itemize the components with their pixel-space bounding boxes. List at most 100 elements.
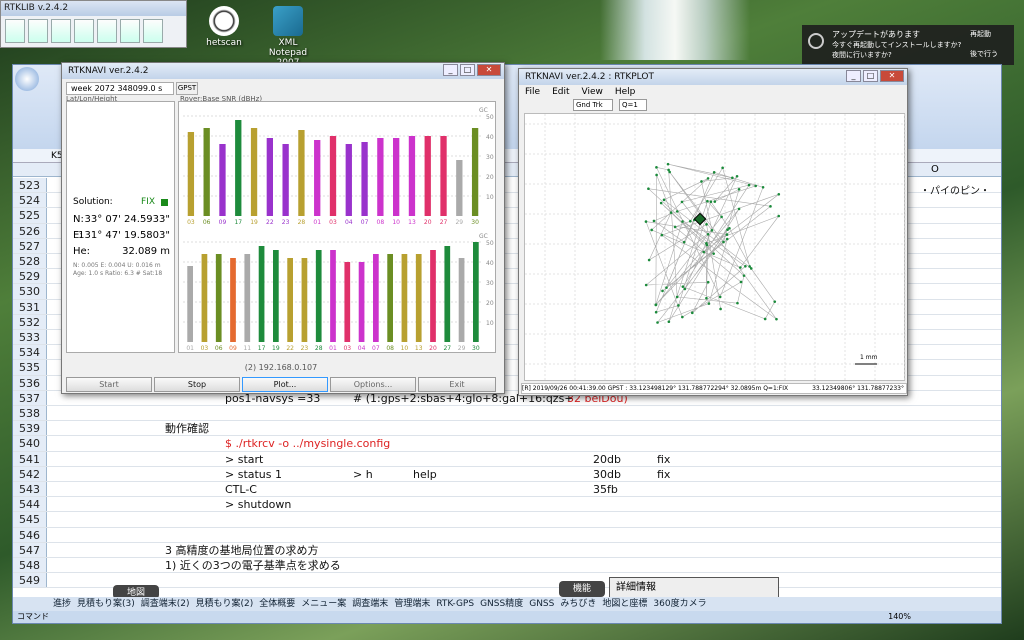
row-number[interactable]: 531 [13, 299, 47, 314]
function-button[interactable]: 機能 [559, 581, 605, 597]
sheet-tab[interactable]: 360度カメラ [653, 599, 706, 609]
cell-c1[interactable]: > start [225, 452, 263, 467]
minimize-icon[interactable]: _ [846, 70, 861, 82]
menu-edit[interactable]: Edit [552, 87, 569, 99]
row-number[interactable]: 537 [13, 390, 47, 405]
cell-d1[interactable]: 20db [593, 452, 621, 467]
menu-help[interactable]: Help [615, 87, 636, 99]
rtklib-app-icon[interactable] [97, 19, 117, 43]
sheet-tab[interactable]: 調査端末 [352, 599, 388, 609]
row-number[interactable]: 549 [13, 573, 47, 588]
rtklib-app-icon[interactable] [120, 19, 140, 43]
sheet-row[interactable]: 540 $ ./rtkrcv -o ../mysingle.config [13, 436, 1001, 452]
row-number[interactable]: 533 [13, 330, 47, 345]
row-number[interactable]: 536 [13, 375, 47, 390]
minimize-icon[interactable]: _ [443, 64, 458, 76]
exit-button[interactable]: Exit [418, 377, 496, 392]
row-number[interactable]: 541 [13, 451, 47, 466]
plot-type-select[interactable]: Gnd Trk [573, 99, 613, 111]
sheet-tab[interactable]: 見積もり案(3) [77, 599, 135, 609]
row-number[interactable]: 539 [13, 421, 47, 436]
sheet-row[interactable]: 549 [13, 573, 1001, 589]
rtklib-app-icon[interactable] [51, 19, 71, 43]
sheet-tab[interactable]: 見積もり案(2) [196, 599, 254, 609]
row-number[interactable]: 527 [13, 238, 47, 253]
sheet-row[interactable]: 547 3 高精度の基地局位置の求め方 [13, 542, 1001, 558]
rtknavi-titlebar[interactable]: RTKNAVI ver.2.4.2 _ □ ✕ [62, 63, 504, 79]
sheet-tab[interactable]: GNSS精度 [480, 599, 523, 609]
row-number[interactable]: 526 [13, 223, 47, 238]
rtklib-app-icon[interactable] [5, 19, 25, 43]
desktop-icon-hetscan[interactable]: hetscan [194, 6, 254, 48]
sheet-tab[interactable]: 調査端末(2) [141, 599, 190, 609]
ground-track-plot[interactable]: 1 mm [524, 113, 906, 382]
row-number[interactable]: 548 [13, 558, 47, 573]
close-icon[interactable]: ✕ [880, 70, 904, 82]
cell-d1[interactable]: 35fb [593, 482, 618, 497]
cell-d1[interactable]: 30db [593, 467, 621, 482]
later-button[interactable]: 後で行う [970, 49, 998, 59]
row-number[interactable]: 540 [13, 436, 47, 451]
rtklib-app-icon[interactable] [143, 19, 163, 43]
sheet-row[interactable]: 548 1) 近くの3つの電子基準点を求める [13, 558, 1001, 574]
stop-button[interactable]: Stop [154, 377, 240, 392]
rtklib-app-icon[interactable] [74, 19, 94, 43]
row-number[interactable]: 524 [13, 193, 47, 208]
cell-c0[interactable]: 1) 近くの3つの電子基準点を求める [165, 558, 341, 573]
sheet-row[interactable]: 543 CTL-C 35fb [13, 482, 1001, 498]
cell-c0[interactable]: 動作確認 [165, 421, 209, 436]
cell-c1[interactable]: CTL-C [225, 482, 257, 497]
cell-c0[interactable]: 3 高精度の基地局位置の求め方 [165, 543, 319, 558]
sheet-tab[interactable]: メニュー案 [301, 599, 346, 609]
row-number[interactable]: 523 [13, 178, 47, 193]
sheet-tab[interactable]: 管理端末 [394, 599, 430, 609]
cell-c1[interactable]: $ ./rtkrcv -o ../mysingle.config [225, 436, 390, 451]
sheet-row[interactable]: 538 [13, 406, 1001, 422]
row-number[interactable]: 530 [13, 284, 47, 299]
cell-d2[interactable]: fix [657, 467, 670, 482]
sheet-row[interactable]: 539 動作確認 [13, 421, 1001, 437]
row-number[interactable]: 545 [13, 512, 47, 527]
sheet-tab[interactable]: GNSS [529, 599, 554, 609]
row-number[interactable]: 544 [13, 497, 47, 512]
time-system-button[interactable]: GPST [176, 82, 198, 95]
start-button[interactable]: Start [66, 377, 152, 392]
options-button[interactable]: Options... [330, 377, 416, 392]
rtklib-app-icon[interactable] [28, 19, 48, 43]
row-number[interactable]: 535 [13, 360, 47, 375]
plot-button[interactable]: Plot... [242, 377, 328, 392]
office-button[interactable] [15, 67, 39, 91]
row-number[interactable]: 538 [13, 406, 47, 421]
cell-c1[interactable]: > shutdown [225, 497, 291, 512]
cell-d2[interactable]: fix [657, 452, 670, 467]
row-number[interactable]: 547 [13, 542, 47, 557]
row-number[interactable]: 546 [13, 527, 47, 542]
row-number[interactable]: 528 [13, 254, 47, 269]
sheet-tab[interactable]: 全体概要 [259, 599, 295, 609]
sheet-row[interactable]: 545 [13, 512, 1001, 528]
sheet-row[interactable]: 542 > status 1 > h help 30db fix [13, 466, 1001, 482]
row-number[interactable]: 542 [13, 466, 47, 481]
sheet-row[interactable]: 541 > start 20db fix [13, 451, 1001, 467]
sheet-tab[interactable]: RTK-GPS [436, 599, 474, 609]
sheet-tab[interactable]: 地図と座標 [602, 599, 647, 609]
restart-button[interactable]: 再起動 [970, 29, 991, 39]
row-number[interactable]: 525 [13, 208, 47, 223]
sheet-tab[interactable]: 進捗 [53, 599, 71, 609]
row-number[interactable]: 529 [13, 269, 47, 284]
menu-view[interactable]: View [582, 87, 603, 99]
sheet-row[interactable]: 544 > shutdown [13, 497, 1001, 513]
zoom-level[interactable]: 140% [888, 611, 911, 623]
row-number[interactable]: 532 [13, 314, 47, 329]
desktop-icon-xml-notepad[interactable]: XML Notepad 2007 [258, 6, 318, 68]
sheet-row[interactable]: 546 [13, 527, 1001, 543]
row-number[interactable]: 543 [13, 482, 47, 497]
cell-c2[interactable]: > h [353, 467, 373, 482]
cell-c1[interactable]: > status 1 [225, 467, 282, 482]
maximize-icon[interactable]: □ [863, 70, 878, 82]
cell-c3[interactable]: help [413, 467, 437, 482]
rtkplot-titlebar[interactable]: RTKNAVI ver.2.4.2 : RTKPLOT _ □ ✕ [519, 69, 907, 85]
sheet-tab[interactable]: みちびき [560, 599, 596, 609]
quality-select[interactable]: Q=1 [619, 99, 647, 111]
row-number[interactable]: 534 [13, 345, 47, 360]
